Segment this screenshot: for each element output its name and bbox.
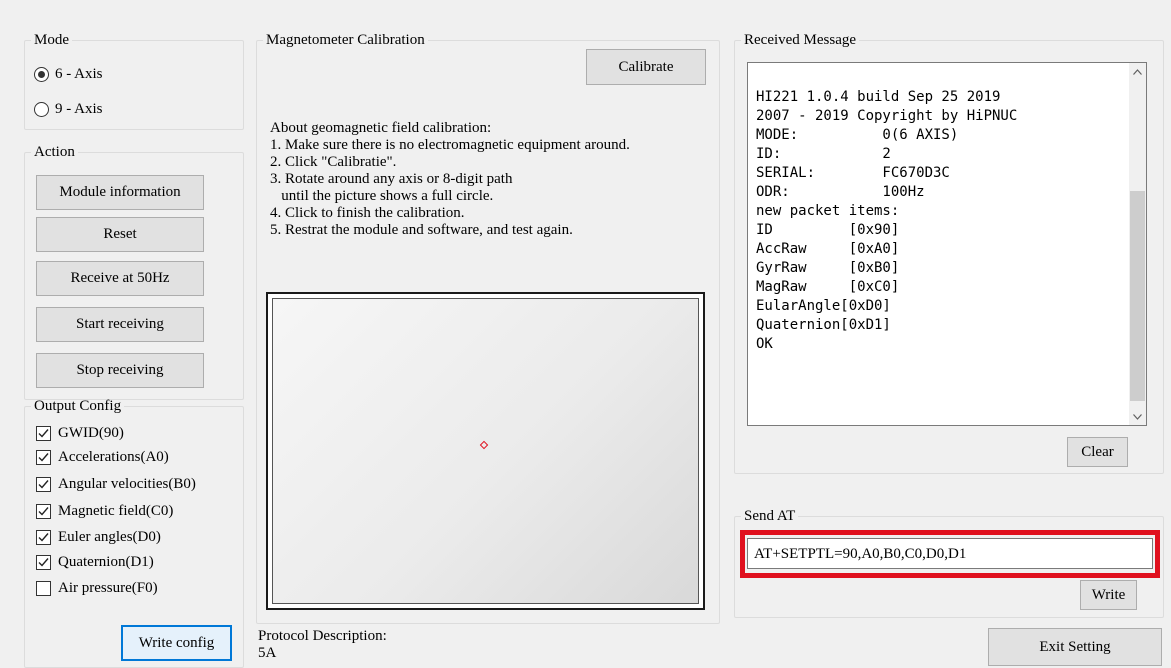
radio-9-axis-label: 9 - Axis [55,101,103,117]
checkbox-gwid[interactable]: GWID(90) [36,425,124,442]
checkmark-icon [38,480,49,489]
message-line: MagRaw [0xC0] [756,279,900,295]
message-line: MODE: 0(6 AXIS) [756,127,959,143]
checkbox-euler-angles-label: Euler angles(D0) [58,529,161,545]
checkmark-icon [38,558,49,567]
checkbox-quaternion-label: Quaternion(D1) [58,554,154,570]
message-line: EularAngle[0xD0] [756,298,891,314]
checkbox-euler-angles[interactable]: Euler angles(D0) [36,529,161,546]
checkmark-icon [38,507,49,516]
received-message-title: Received Message [744,32,857,48]
checkbox-magnetic-field-label: Magnetic field(C0) [58,503,174,519]
exit-setting-button[interactable]: Exit Setting [988,628,1162,666]
calibration-title: Magnetometer Calibration [266,32,425,48]
calibrate-button[interactable]: Calibrate [586,49,706,85]
scroll-down-icon[interactable] [1129,408,1146,425]
protocol-description-label: Protocol Description: [258,628,387,644]
message-line: GyrRaw [0xB0] [756,260,900,276]
checkbox-quaternion-box[interactable] [36,555,51,570]
checkbox-gwid-box[interactable] [36,426,51,441]
radio-6-axis-indicator[interactable] [34,67,49,82]
message-line: AccRaw [0xA0] [756,241,900,257]
scroll-up-icon[interactable] [1129,63,1146,80]
message-line: ID [0x90] [756,222,900,238]
at-command-value: AT+SETPTL=90,A0,B0,C0,D0,D1 [754,546,967,562]
calibration-instruction: 1. Make sure there is no electromagnetic… [270,137,630,153]
message-line: Quaternion[0xD1] [756,317,891,333]
write-at-button[interactable]: Write [1080,580,1137,610]
message-line: ID: 2 [756,146,891,162]
calibration-instruction: until the picture shows a full circle. [270,188,494,204]
radio-9-axis[interactable]: 9 - Axis [34,101,103,118]
radio-6-axis-label: 6 - Axis [55,66,103,82]
calibration-instruction: 2. Click "Calibratie". [270,154,397,170]
checkbox-quaternion[interactable]: Quaternion(D1) [36,554,154,571]
checkbox-angular-velocities[interactable]: Angular velocities(B0) [36,476,196,493]
checkbox-accelerations-box[interactable] [36,450,51,465]
receive-rate-button[interactable]: Receive at 50Hz [36,261,204,296]
checkbox-air-pressure-label: Air pressure(F0) [58,580,158,596]
calibration-instruction: About geomagnetic field calibration: [270,120,492,136]
calibration-canvas [266,292,705,610]
checkbox-air-pressure[interactable]: Air pressure(F0) [36,580,158,597]
radio-6-axis[interactable]: 6 - Axis [34,66,103,83]
action-title: Action [34,144,75,160]
at-command-input[interactable]: AT+SETPTL=90,A0,B0,C0,D0,D1 [747,538,1153,569]
checkmark-icon [38,429,49,438]
message-line: OK [756,336,773,352]
checkbox-angular-velocities-box[interactable] [36,477,51,492]
checkbox-euler-angles-box[interactable] [36,530,51,545]
stop-receiving-button[interactable]: Stop receiving [36,353,204,388]
vertical-scrollbar[interactable] [1129,63,1146,425]
received-message-textbox[interactable]: HI221 1.0.4 build Sep 25 2019 2007 - 201… [747,62,1147,426]
checkbox-air-pressure-box[interactable] [36,581,51,596]
checkmark-icon [38,533,49,542]
message-line: new packet items: [756,203,900,219]
module-information-button[interactable]: Module information [36,175,204,210]
output-config-title: Output Config [34,398,122,414]
checkbox-magnetic-field-box[interactable] [36,504,51,519]
message-line: ODR: 100Hz [756,184,925,200]
start-receiving-button[interactable]: Start receiving [36,307,204,342]
calibration-instruction: 5. Restrat the module and software, and … [270,222,573,238]
radio-9-axis-indicator[interactable] [34,102,49,117]
reset-button[interactable]: Reset [36,217,204,252]
checkbox-accelerations-label: Accelerations(A0) [58,449,169,465]
received-message-lines: HI221 1.0.4 build Sep 25 2019 2007 - 201… [756,69,1017,354]
protocol-description-value: 5A [258,645,277,661]
message-line: 2007 - 2019 Copyright by HiPNUC [756,108,1018,124]
calibration-instruction: 4. Click to finish the calibration. [270,205,465,221]
message-line [756,69,1017,88]
mode-title: Mode [34,32,69,48]
send-at-title: Send AT [744,508,796,524]
write-config-button[interactable]: Write config [121,625,232,661]
clear-button[interactable]: Clear [1067,437,1128,467]
calibration-instruction: 3. Rotate around any axis or 8-digit pat… [270,171,513,187]
scroll-thumb[interactable] [1130,191,1145,401]
message-line: HI221 1.0.4 build Sep 25 2019 [756,89,1001,105]
checkbox-angular-velocities-label: Angular velocities(B0) [58,476,196,492]
message-line: SERIAL: FC670D3C [756,165,950,181]
checkbox-gwid-label: GWID(90) [58,425,124,441]
checkbox-magnetic-field[interactable]: Magnetic field(C0) [36,503,173,520]
checkmark-icon [38,453,49,462]
checkbox-accelerations[interactable]: Accelerations(A0) [36,449,169,466]
calibration-plot-area [272,298,699,604]
